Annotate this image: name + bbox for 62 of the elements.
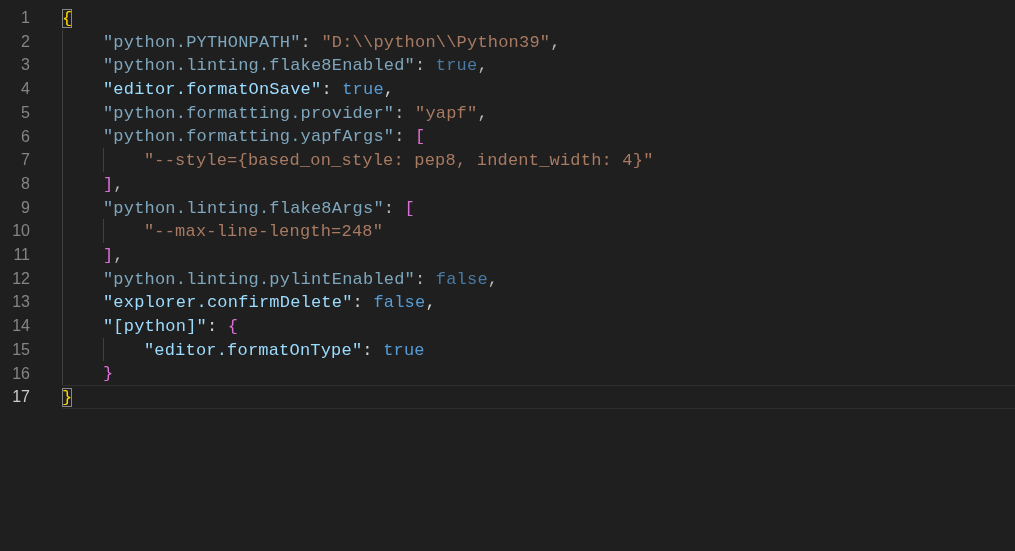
bracket: ] [102,245,114,265]
line-number: 11 [12,245,31,266]
bracket: [ [415,127,426,147]
line-number: 15 [11,339,31,360]
punctuation: , [113,174,124,194]
punctuation: , [425,293,436,313]
line-number: 12 [11,268,31,289]
json-key: "editor.formatOnSave" [102,80,322,100]
punctuation: : [415,56,427,76]
string-value: "--max-line-length=248" [143,222,384,242]
line-number: 16 [11,363,31,384]
line-number: 5 [20,102,31,123]
json-key: "explorer.confirmDelete" [102,293,353,313]
line-number: 3 [20,55,31,76]
punctuation: : [300,32,312,52]
literal-value: true [435,56,478,76]
literal-value: true [342,80,384,100]
line-number: 14 [11,316,31,337]
line-number: 2 [20,31,31,52]
line-number: 7 [20,150,31,171]
line-number: 4 [20,79,31,100]
literal-value: false [435,269,488,289]
punctuation: : [415,269,427,289]
punctuation: : [394,103,406,123]
punctuation: , [477,103,488,123]
bracket: ] [102,174,114,194]
json-key: "python.linting.flake8Args" [102,198,384,218]
punctuation: , [383,80,395,100]
literal-value: true [383,340,425,360]
string-value: "D:\\python\\Python39" [321,32,551,52]
bracket: { [227,316,239,336]
bracket: } [102,364,114,384]
line-number: 9 [20,197,31,218]
json-key: "python.linting.pylintEnabled" [102,269,415,289]
punctuation: , [113,245,124,265]
punctuation: : [362,340,374,360]
punctuation: , [477,56,488,76]
json-key: "editor.formatOnType" [143,340,363,360]
json-key: "python.PYTHONPATH" [102,32,301,52]
line-number: 10 [11,221,31,242]
punctuation: , [550,32,561,52]
punctuation: : [206,316,219,336]
punctuation: , [487,269,499,289]
line-number: 17 [11,387,31,408]
punctuation: : [321,80,333,100]
punctuation: : [352,293,364,313]
string-value: "yapf" [415,103,478,123]
string-value: "--style={based_on_style: pep8, indent_width: 4}" [143,151,654,171]
json-key: "python.formatting.yapfArgs" [102,127,395,147]
bracket: } [62,388,73,407]
punctuation: : [383,198,396,218]
json-key: "[python]" [102,316,207,336]
json-key: "python.formatting.provider" [102,103,395,123]
literal-value: false [373,293,426,313]
line-number: 6 [20,126,31,147]
line-number: 1 [20,8,31,28]
punctuation: : [394,127,406,147]
line-number: 8 [20,173,31,194]
json-key: "python.linting.flake8Enabled" [102,56,415,76]
line-number: 13 [11,292,31,313]
bracket: { [62,9,73,28]
bracket: [ [404,198,415,218]
